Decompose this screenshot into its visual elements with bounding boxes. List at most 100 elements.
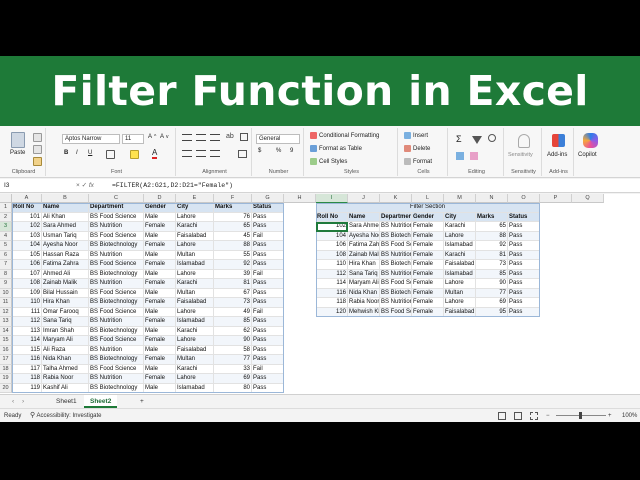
table-cell[interactable]: 69 <box>214 374 252 384</box>
table-cell[interactable]: Male <box>144 269 176 279</box>
table-cell[interactable]: Karachi <box>176 364 214 374</box>
filter-cell[interactable]: Nida Khan <box>348 288 380 298</box>
filter-cell[interactable]: 85 <box>476 269 508 279</box>
table-cell[interactable]: BS Nutrition <box>89 317 144 327</box>
filter-cell[interactable]: Karachi <box>444 222 476 232</box>
filter-cell[interactable]: Lahore <box>444 298 476 308</box>
table-cell[interactable]: Fatima Zahra <box>42 260 89 270</box>
filter-cell[interactable]: 88 <box>476 231 508 241</box>
column-header-j[interactable]: J <box>348 194 380 203</box>
table-cell[interactable]: Faisalabad <box>176 345 214 355</box>
row-header[interactable]: 14 <box>0 326 12 336</box>
find-icon[interactable] <box>488 134 496 142</box>
table-cell[interactable]: Multan <box>176 355 214 365</box>
table-cell[interactable]: Karachi <box>176 222 214 232</box>
filter-header-cell[interactable]: Gender <box>412 212 444 222</box>
column-header-i[interactable]: I <box>316 194 348 203</box>
table-cell[interactable]: Female <box>144 260 176 270</box>
table-cell[interactable]: BS Food Science <box>89 336 144 346</box>
filter-cell[interactable]: Islamabad <box>444 269 476 279</box>
format-as-table-button[interactable]: Format as Table <box>310 145 362 152</box>
row-header[interactable]: 20 <box>0 383 12 393</box>
table-header-cell[interactable]: Department <box>89 203 144 213</box>
row-header[interactable]: 13 <box>0 317 12 327</box>
name-box[interactable]: I3 <box>2 181 72 191</box>
filter-cell[interactable]: 106 <box>316 241 348 251</box>
table-cell[interactable]: BS Nutrition <box>89 222 144 232</box>
table-cell[interactable]: Islamabad <box>176 260 214 270</box>
tab-sheet1[interactable]: Sheet1 <box>50 395 83 408</box>
borders-icon[interactable] <box>106 150 115 159</box>
table-cell[interactable]: Pass <box>252 222 284 232</box>
table-cell[interactable]: Multan <box>176 250 214 260</box>
table-cell[interactable]: 105 <box>12 250 42 260</box>
table-cell[interactable]: Fail <box>252 307 284 317</box>
filter-cell[interactable]: Lahore <box>444 279 476 289</box>
table-cell[interactable]: Pass <box>252 241 284 251</box>
table-cell[interactable]: 55 <box>214 250 252 260</box>
filter-cell[interactable]: Pass <box>508 231 540 241</box>
table-cell[interactable]: BS Biotechnology <box>89 298 144 308</box>
filter-cell[interactable]: Hira Khan <box>348 260 380 270</box>
filter-cell[interactable]: 90 <box>476 279 508 289</box>
table-cell[interactable]: Sana Tariq <box>42 317 89 327</box>
table-cell[interactable]: Pass <box>252 260 284 270</box>
filter-cell[interactable]: 120 <box>316 307 348 317</box>
table-cell[interactable]: Usman Tariq <box>42 231 89 241</box>
table-header-cell[interactable]: Roll No <box>12 203 42 213</box>
table-cell[interactable]: 62 <box>214 326 252 336</box>
table-cell[interactable]: Rabia Noor <box>42 374 89 384</box>
table-header-cell[interactable]: Status <box>252 203 284 213</box>
filter-cell[interactable]: 102 <box>316 222 348 232</box>
cut-icon[interactable] <box>33 133 42 142</box>
table-cell[interactable]: BS Nutrition <box>89 279 144 289</box>
number-format-select[interactable]: General <box>256 134 300 144</box>
table-cell[interactable]: 106 <box>12 260 42 270</box>
addins-button[interactable]: Add-ins <box>547 152 567 158</box>
table-header-cell[interactable]: City <box>176 203 214 213</box>
filter-cell[interactable]: 108 <box>316 250 348 260</box>
filter-cell[interactable]: BS Biotechnology <box>380 288 412 298</box>
row-header[interactable]: 15 <box>0 336 12 346</box>
filter-cell[interactable]: Pass <box>508 241 540 251</box>
row-header[interactable]: 12 <box>0 307 12 317</box>
filter-header-cell[interactable]: Name <box>348 212 380 222</box>
table-cell[interactable]: Female <box>144 222 176 232</box>
filter-cell[interactable]: BS Food Science <box>380 307 412 317</box>
table-cell[interactable]: BS Food Science <box>89 260 144 270</box>
delete-button[interactable]: Delete <box>404 145 430 152</box>
conditional-formatting-button[interactable]: Conditional Formatting <box>310 132 379 139</box>
table-cell[interactable]: Male <box>144 212 176 222</box>
comma-button[interactable]: 9 <box>290 148 293 154</box>
table-cell[interactable]: Male <box>144 288 176 298</box>
filter-cell[interactable]: BS Biotechnology <box>380 231 412 241</box>
filter-cell[interactable]: Rabia Noor <box>348 298 380 308</box>
table-cell[interactable]: Islamabad <box>176 383 214 393</box>
table-cell[interactable]: 58 <box>214 345 252 355</box>
table-cell[interactable]: Pass <box>252 355 284 365</box>
zoom-out-button[interactable]: − <box>546 409 550 422</box>
filter-cell[interactable]: Karachi <box>444 250 476 260</box>
column-header-m[interactable]: M <box>444 194 476 203</box>
table-cell[interactable]: 33 <box>214 364 252 374</box>
orientation-icon[interactable]: ab <box>226 133 234 140</box>
table-cell[interactable]: Lahore <box>176 212 214 222</box>
table-cell[interactable]: 73 <box>214 298 252 308</box>
table-cell[interactable]: Pass <box>252 383 284 393</box>
percent-button[interactable]: % <box>276 148 281 154</box>
column-header-h[interactable]: H <box>284 194 316 203</box>
sensitivity-button[interactable]: Sensitivity <box>508 152 533 158</box>
filter-cell[interactable]: Fatima Zahra <box>348 241 380 251</box>
filter-cell[interactable]: 112 <box>316 269 348 279</box>
table-cell[interactable]: Male <box>144 364 176 374</box>
table-cell[interactable]: Female <box>144 317 176 327</box>
filter-section-title[interactable]: Filter Section <box>316 203 540 213</box>
insert-button[interactable]: Insert <box>404 132 428 139</box>
table-cell[interactable]: 67 <box>214 288 252 298</box>
filter-cell[interactable]: 65 <box>476 222 508 232</box>
filter-cell[interactable]: BS Nutrition <box>380 222 412 232</box>
normal-view-icon[interactable] <box>498 412 506 420</box>
font-name-select[interactable]: Aptos Narrow <box>62 134 120 144</box>
table-cell[interactable]: Sara Ahmed <box>42 222 89 232</box>
filter-cell[interactable]: Pass <box>508 250 540 260</box>
